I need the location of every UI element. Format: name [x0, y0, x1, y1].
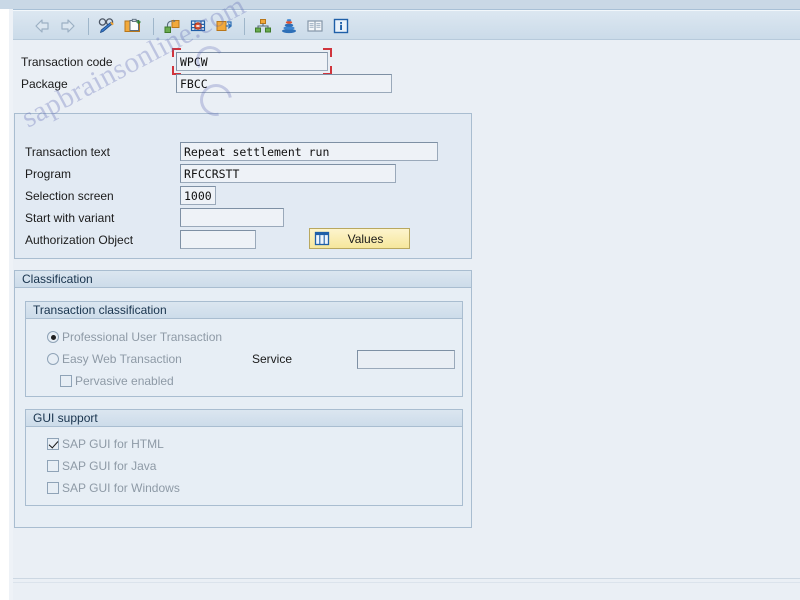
start-with-variant-input[interactable]	[180, 208, 284, 227]
transaction-classification-group: Transaction classification Professional …	[25, 301, 463, 397]
checkbox-pervasive-label: Pervasive enabled	[75, 374, 174, 388]
gui-support-body: SAP GUI for HTML SAP GUI for Java SAP GU…	[26, 427, 462, 505]
radio-easy-web-label: Easy Web Transaction	[62, 352, 182, 366]
where-used-icon[interactable]	[251, 14, 275, 38]
classification-body: Transaction classification Professional …	[15, 288, 471, 527]
copy-object-icon[interactable]	[160, 14, 184, 38]
service-row: Service	[252, 349, 455, 369]
transaction-code-input[interactable]	[176, 52, 328, 71]
table-values-icon	[314, 231, 330, 246]
package-label: Package	[21, 76, 68, 91]
sap-gui-window: Transaction code Package Transaction tex…	[0, 0, 800, 600]
stack-icon[interactable]	[277, 14, 301, 38]
checkbox-sap-gui-for-windows[interactable]: SAP GUI for Windows	[47, 480, 180, 496]
classification-title: Classification	[15, 271, 471, 288]
program-label: Program	[25, 166, 72, 181]
authorization-object-label: Authorization Object	[25, 232, 134, 247]
delete-object-icon[interactable]	[186, 14, 210, 38]
gui-support-group: GUI support SAP GUI for HTML SAP GUI for…	[25, 409, 463, 506]
transaction-code-label: Transaction code	[21, 54, 113, 69]
focus-corner-top-left	[172, 48, 181, 57]
focus-corner-top-right	[323, 48, 332, 57]
status-bar-divider-2	[13, 582, 800, 583]
other-object-icon[interactable]	[121, 14, 145, 38]
program-input[interactable]	[180, 164, 396, 183]
transaction-code-focus-frame	[172, 48, 332, 75]
radio-professional-user-transaction[interactable]: Professional User Transaction	[47, 329, 222, 345]
menu-bar-clipped[interactable]	[0, 0, 800, 10]
transaction-text-row: Transaction text	[25, 142, 455, 161]
selection-screen-label: Selection screen	[25, 188, 114, 203]
selection-screen-input[interactable]	[180, 186, 216, 205]
service-label: Service	[252, 352, 293, 366]
toolbar-separator	[153, 17, 154, 35]
package-row: Package	[21, 74, 401, 93]
checkbox-windows-label: SAP GUI for Windows	[62, 481, 180, 495]
program-row: Program	[25, 164, 455, 183]
forward-icon[interactable]	[56, 14, 80, 38]
toolbar-separator	[244, 17, 245, 35]
start-with-variant-row: Start with variant	[25, 208, 455, 227]
authorization-object-input[interactable]	[180, 230, 256, 249]
checkbox-sap-gui-for-html[interactable]: SAP GUI for HTML	[47, 436, 164, 452]
radio-button-professional[interactable]	[47, 331, 59, 343]
radio-professional-label: Professional User Transaction	[62, 330, 223, 344]
checkbox-java-label: SAP GUI for Java	[62, 459, 157, 473]
values-button-label: Values	[347, 231, 384, 246]
attributes-panel: Transaction text Program Selection scree…	[14, 113, 472, 259]
application-toolbar	[13, 10, 800, 40]
display-change-icon[interactable]	[95, 14, 119, 38]
back-icon[interactable]	[30, 14, 54, 38]
info-icon[interactable]	[329, 14, 353, 38]
start-with-variant-label: Start with variant	[25, 210, 115, 225]
window-left-shade	[9, 9, 13, 600]
radio-easy-web-transaction[interactable]: Easy Web Transaction	[47, 351, 182, 367]
classification-panel: Classification Transaction classificatio…	[14, 270, 472, 528]
transaction-classification-body: Professional User Transaction Easy Web T…	[26, 319, 462, 396]
values-button[interactable]: Values	[309, 228, 410, 249]
selection-screen-row: Selection screen	[25, 186, 455, 205]
status-bar-divider	[13, 578, 800, 579]
checkbox-box-java[interactable]	[47, 460, 59, 472]
documentation-icon[interactable]	[303, 14, 327, 38]
checkbox-html-label: SAP GUI for HTML	[62, 437, 164, 451]
checkbox-box-html[interactable]	[47, 438, 59, 450]
transaction-code-row: Transaction code	[21, 48, 341, 75]
gui-support-title: GUI support	[26, 410, 462, 427]
checkbox-pervasive-enabled[interactable]: Pervasive enabled	[60, 373, 174, 389]
transaction-text-label: Transaction text	[25, 144, 110, 159]
checkbox-box-windows[interactable]	[47, 482, 59, 494]
toolbar-separator	[88, 17, 89, 35]
checkbox-box-pervasive[interactable]	[60, 375, 72, 387]
radio-button-easy-web[interactable]	[47, 353, 59, 365]
checkbox-sap-gui-for-java[interactable]: SAP GUI for Java	[47, 458, 156, 474]
transaction-classification-title: Transaction classification	[26, 302, 462, 319]
package-input[interactable]	[176, 74, 392, 93]
service-input[interactable]	[357, 349, 455, 369]
transaction-text-input[interactable]	[180, 142, 438, 161]
rename-object-icon[interactable]	[212, 14, 236, 38]
